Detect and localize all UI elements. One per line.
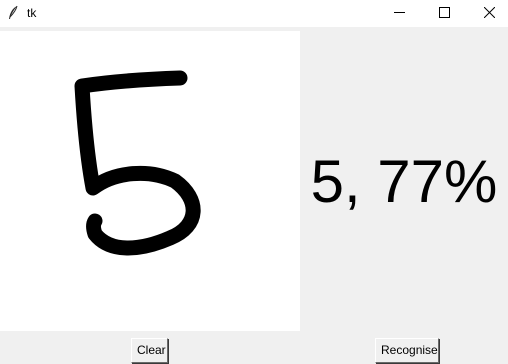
close-icon — [483, 5, 496, 23]
handwritten-digit-drawing — [74, 70, 201, 256]
prediction-result: 5, 77% — [310, 148, 498, 215]
window-title: tk — [27, 6, 37, 20]
app-window: tk 5, 77% Clear Recognise — [0, 0, 508, 364]
maximize-button[interactable] — [422, 0, 467, 27]
minimize-icon — [394, 5, 405, 23]
clear-button[interactable]: Clear — [131, 338, 168, 363]
close-button[interactable] — [467, 0, 508, 27]
maximize-icon — [439, 5, 450, 23]
minimize-button[interactable] — [377, 0, 422, 27]
drawing-canvas[interactable] — [0, 31, 300, 331]
recognise-button[interactable]: Recognise — [375, 338, 439, 363]
feather-icon — [7, 5, 19, 21]
title-bar[interactable]: tk — [0, 0, 508, 27]
